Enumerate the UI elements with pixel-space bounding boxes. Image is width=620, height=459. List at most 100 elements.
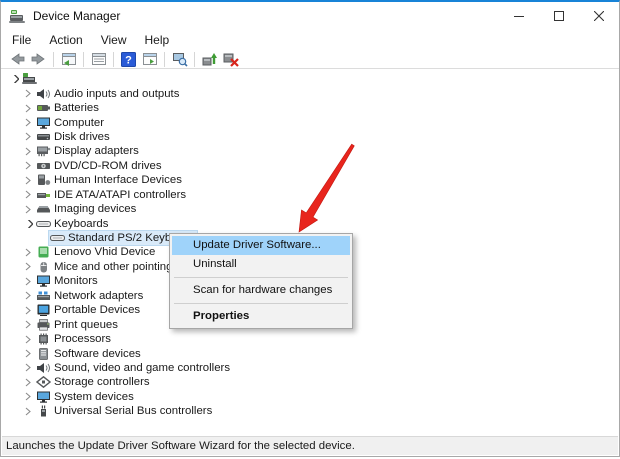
tree-item-dvd-cd-rom-drives[interactable]: DVD/CD-ROM drives [2,159,618,173]
back-icon[interactable] [9,51,26,67]
display-adapter-icon [36,145,51,157]
tree-item-computer[interactable]: Computer [2,115,618,129]
chevron-collapsed-icon[interactable] [21,333,35,345]
tree-item-label: Storage controllers [54,376,150,389]
tree-item-audio-inputs-and-outputs[interactable]: Audio inputs and outputs [2,86,618,100]
tree-item-storage-controllers[interactable]: Storage controllers [2,375,618,389]
chevron-collapsed-icon[interactable] [21,174,35,186]
menu-action[interactable]: Action [40,31,91,49]
device-manager-window: Device Manager File Action View Help ? A… [0,0,620,457]
maximize-button[interactable] [539,2,579,30]
speaker-icon [36,362,51,374]
tree-item-disk-drives[interactable]: Disk drives [2,130,618,144]
tree-item-root[interactable] [2,72,618,86]
chevron-expanded-icon[interactable] [21,218,35,230]
tree-item-display-adapters[interactable]: Display adapters [2,144,618,158]
menu-help[interactable]: Help [136,31,179,49]
svg-text:?: ? [125,54,132,66]
action-pane-icon[interactable] [141,51,158,67]
chevron-collapsed-icon[interactable] [21,376,35,388]
menu-item-properties[interactable]: Properties [172,307,350,326]
chevron-collapsed-icon[interactable] [21,348,35,360]
network-icon [36,290,51,302]
console-tree-icon[interactable] [60,51,77,67]
tree-item-label: Software devices [54,347,141,360]
computer-root-icon [22,73,37,85]
printer-icon [36,318,51,331]
properties-window-icon[interactable] [90,51,107,67]
tree-item-label: Universal Serial Bus controllers [54,405,213,418]
chevron-collapsed-icon[interactable] [21,160,35,172]
status-bar: Launches the Update Driver Software Wiza… [2,436,618,455]
minimize-button[interactable] [499,2,539,30]
chevron-collapsed-icon[interactable] [21,391,35,403]
toolbar: ? [1,50,619,69]
chevron-collapsed-icon[interactable] [21,261,35,273]
forward-icon[interactable] [30,51,47,67]
monitor-icon [36,391,51,403]
portable-icon [36,304,51,317]
title-bar: Device Manager [1,2,619,30]
tree-item-label: DVD/CD-ROM drives [54,159,162,172]
tree-item-label: IDE ATA/ATAPI controllers [54,188,187,201]
menu-bar: File Action View Help [1,30,619,50]
processor-icon [36,333,51,345]
close-button[interactable] [579,2,619,30]
tree-item-keyboards[interactable]: Keyboards [2,216,618,230]
update-driver-icon[interactable] [201,51,218,67]
chevron-collapsed-icon[interactable] [21,117,35,129]
tree-item-label: Disk drives [54,130,110,143]
menu-item-update-driver-software[interactable]: Update Driver Software... [172,236,350,255]
tree-item-label: Network adapters [54,289,144,302]
toolbar-separator [83,51,84,67]
chevron-collapsed-icon[interactable] [21,131,35,143]
toolbar-separator [53,51,54,67]
tree-item-system-devices[interactable]: System devices [2,390,618,404]
menu-separator [174,303,348,304]
tree-item-human-interface-devices[interactable]: Human Interface Devices [2,173,618,187]
speaker-icon [36,88,51,100]
chevron-collapsed-icon[interactable] [21,405,35,417]
lenovo-device-icon [36,246,51,258]
tree-item-imaging-devices[interactable]: Imaging devices [2,202,618,216]
tree-item-label: Print queues [54,318,118,331]
tree-item-universal-serial-bus-controllers[interactable]: Universal Serial Bus controllers [2,404,618,418]
uninstall-device-icon[interactable] [222,51,239,67]
tree-item-label: Keyboards [54,217,109,230]
tree-item-label: Lenovo Vhid Device [54,246,156,259]
chevron-collapsed-icon[interactable] [21,203,35,215]
chevron-expanded-icon[interactable] [7,73,21,85]
menu-item-uninstall[interactable]: Uninstall [172,255,350,274]
tree-item-label: Human Interface Devices [54,174,182,187]
chevron-collapsed-icon[interactable] [21,102,35,114]
device-manager-app-icon [9,9,26,24]
tree-item-processors[interactable]: Processors [2,332,618,346]
help-icon[interactable]: ? [120,51,137,67]
dvd-icon [36,160,51,172]
tree-item-sound-video-and-game-controllers[interactable]: Sound, video and game controllers [2,361,618,375]
chevron-collapsed-icon[interactable] [21,319,35,331]
usb-icon [36,405,51,417]
chevron-collapsed-icon[interactable] [21,290,35,302]
chevron-collapsed-icon[interactable] [21,362,35,374]
tree-item-ide-ata-atapi-controllers[interactable]: IDE ATA/ATAPI controllers [2,188,618,202]
chevron-collapsed-icon[interactable] [21,246,35,258]
tree-item-label: Display adapters [54,145,139,158]
monitor-icon [36,275,51,288]
keyboard-icon [50,232,65,244]
chevron-collapsed-icon[interactable] [21,145,35,157]
tree-item-batteries[interactable]: Batteries [2,101,618,115]
tree-item-software-devices[interactable]: Software devices [2,346,618,360]
disk-icon [36,131,51,143]
chevron-collapsed-icon[interactable] [21,189,35,201]
scan-hardware-icon[interactable] [171,51,188,67]
menu-file[interactable]: File [3,31,40,49]
chevron-collapsed-icon[interactable] [21,88,35,100]
status-text: Launches the Update Driver Software Wiza… [6,440,355,452]
menu-item-scan-for-hardware-changes[interactable]: Scan for hardware changes [172,281,350,300]
tree-item-label: Sound, video and game controllers [54,361,231,374]
chevron-collapsed-icon[interactable] [21,304,35,316]
menu-view[interactable]: View [92,31,136,49]
chevron-collapsed-icon[interactable] [21,275,35,287]
tree-item-label: Imaging devices [54,203,137,216]
